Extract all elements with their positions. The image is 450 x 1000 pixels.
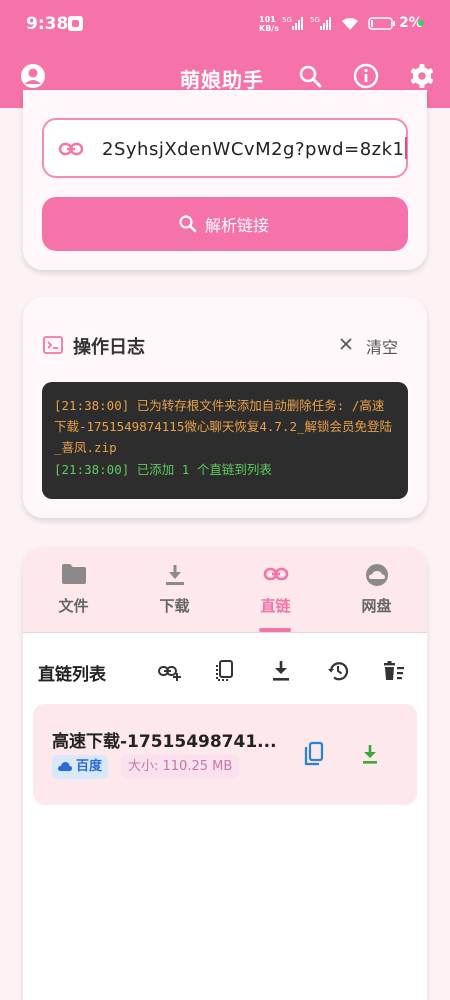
folder-icon (62, 564, 86, 584)
share-url-value: 2SyhsjXdenWCvM2g?pwd=8zk1 (102, 137, 408, 160)
network-speed-unit: KB/s (259, 24, 279, 33)
link-icon (263, 567, 289, 581)
tab-label: 下载 (159, 597, 190, 615)
size-badge: 大小: 110.25 MB (121, 755, 240, 779)
account-icon[interactable] (19, 62, 47, 90)
link-icon (58, 142, 84, 156)
text-caret (405, 137, 408, 159)
parse-link-button[interactable]: 解析链接 (42, 197, 408, 251)
history-icon[interactable] (326, 659, 350, 683)
direct-link-list-title: 直链列表 (38, 665, 106, 685)
log-output: [21:38:00] 已为转存根文件夹添加自动删除任务: /高速下载-17515… (42, 382, 408, 499)
log-line: [21:38:00] 已添加 1 个直链到列表 (54, 462, 272, 477)
copy-icon[interactable] (303, 741, 325, 767)
tab-label: 直链 (260, 597, 291, 615)
clear-log-button[interactable]: 清空 (366, 334, 398, 358)
settings-icon[interactable] (408, 62, 436, 90)
tab-label: 文件 (58, 597, 89, 615)
status-time: 9:38 (26, 14, 69, 34)
cloud-icon (58, 762, 72, 771)
wifi-icon (342, 17, 358, 30)
info-icon[interactable] (352, 62, 380, 90)
notification-app-icon (68, 16, 83, 31)
download-icon[interactable] (360, 744, 380, 766)
search-icon[interactable] (296, 62, 324, 90)
share-url-text: 2SyhsjXdenWCvM2g?pwd=8zk1 (102, 139, 405, 160)
signal-5g-2-icon: 5G (310, 16, 331, 30)
source-label: 百度 (76, 759, 103, 774)
copy-all-icon[interactable] (214, 659, 236, 683)
share-url-input[interactable]: 2SyhsjXdenWCvM2g?pwd=8zk1 (42, 118, 408, 178)
tab-direct-link[interactable]: 直链 (225, 547, 326, 633)
search-icon (179, 215, 197, 233)
svg-text:5G: 5G (310, 16, 320, 24)
terminal-icon (43, 336, 63, 354)
clear-list-icon[interactable] (382, 659, 406, 683)
network-speed: 101 KB/s (259, 15, 279, 33)
status-bar: 9:38 101 KB/s 5G 5G 2% (0, 0, 450, 50)
signal-5g-icon: 5G (282, 16, 303, 30)
network-speed-value: 101 (259, 15, 276, 24)
battery-icon (368, 17, 395, 30)
cloud-icon (366, 564, 388, 586)
add-link-icon[interactable] (158, 659, 182, 683)
tab-bar: 文件 下载 直链 网盘 (23, 547, 427, 633)
close-icon[interactable] (338, 336, 354, 352)
source-badge: 百度 (52, 755, 109, 779)
download-all-icon[interactable] (270, 659, 292, 683)
link-item-name: 高速下载-17515498741... (52, 732, 277, 752)
tab-files[interactable]: 文件 (23, 547, 124, 633)
svg-text:5G: 5G (282, 16, 292, 24)
parse-link-label: 解析链接 (205, 216, 270, 235)
tab-label: 网盘 (361, 597, 392, 615)
log-line: [21:38:00] 已为转存根文件夹添加自动删除任务: /高速下载-17515… (54, 398, 393, 455)
tab-download[interactable]: 下载 (124, 547, 225, 633)
download-icon (166, 565, 184, 585)
tab-netdisk[interactable]: 网盘 (326, 547, 427, 633)
active-tab-indicator (259, 628, 291, 632)
app-title: 萌娘助手 (180, 68, 264, 92)
log-title: 操作日志 (73, 337, 145, 358)
charging-dot (418, 20, 424, 26)
